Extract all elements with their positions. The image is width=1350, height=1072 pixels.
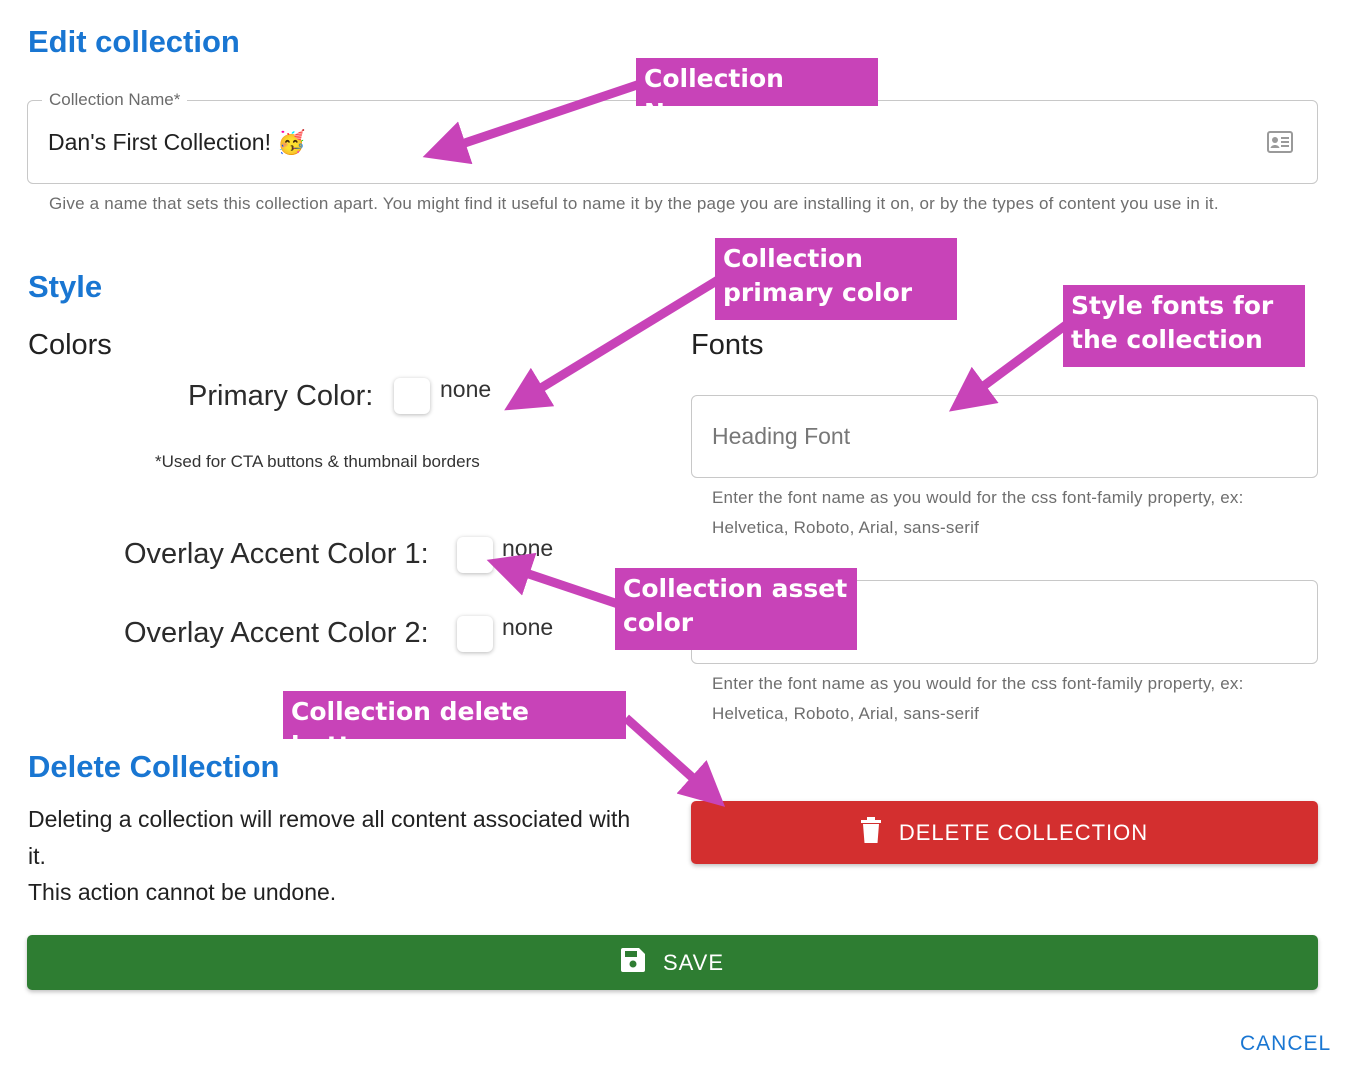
arrow-primary-color — [504, 276, 721, 411]
annotation-asset-color: Collection asset color — [615, 568, 857, 650]
annotation-delete-button: Collection delete button — [283, 691, 626, 760]
annotation-collection-name: Collection Name — [636, 58, 878, 127]
annotation-primary-color: Collection primary color — [715, 238, 957, 320]
annotation-fonts: Style fonts for the collection — [1063, 285, 1305, 367]
arrow-delete-button — [622, 714, 726, 807]
arrow-collection-name — [422, 79, 642, 165]
arrow-fonts — [948, 318, 1073, 412]
arrow-asset-color — [486, 552, 620, 609]
annotation-arrows — [422, 79, 1073, 807]
